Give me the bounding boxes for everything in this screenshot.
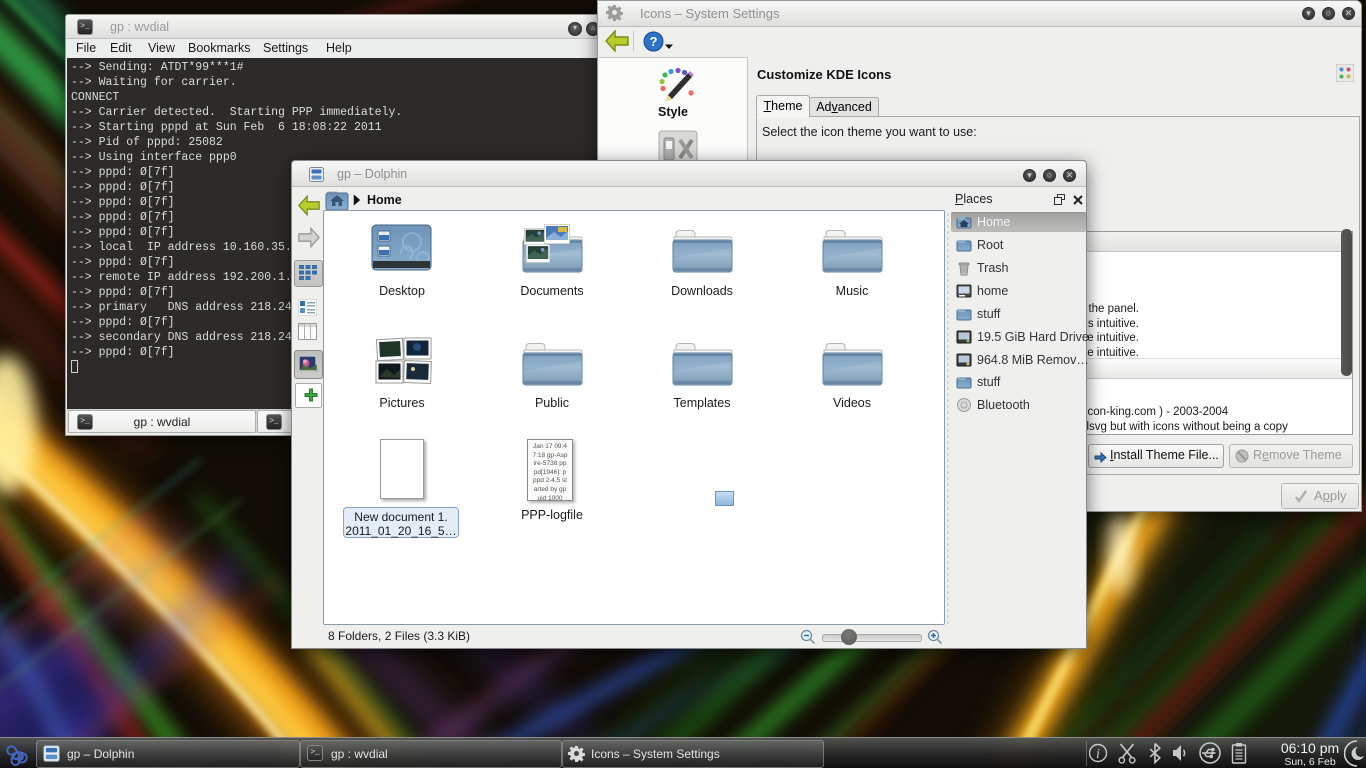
svg-text:?: ? <box>650 34 658 49</box>
svg-text:i: i <box>1096 747 1100 762</box>
